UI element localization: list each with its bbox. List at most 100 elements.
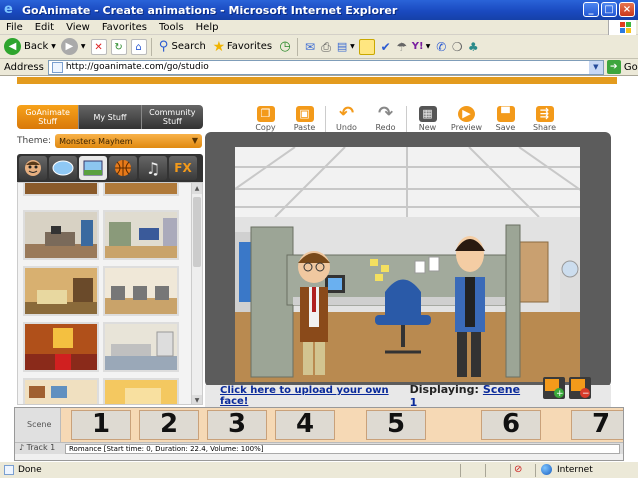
messenger-icon[interactable]: ☂ [394, 39, 410, 55]
redo-icon: ↷ [377, 103, 394, 124]
stage-canvas[interactable] [235, 147, 580, 382]
history-icon[interactable]: ◷ [277, 39, 293, 55]
copy-icon: ❐ [256, 106, 275, 122]
forward-dropdown-icon[interactable]: ▼ [81, 43, 86, 50]
library-scrollbar[interactable]: ▲ ▼ [191, 183, 202, 404]
copy-label: Copy [255, 123, 276, 132]
category-effects[interactable]: FX [169, 156, 197, 180]
scene-frame[interactable]: 7 [571, 410, 623, 440]
window-controls: _ □ × [583, 2, 635, 17]
library-tabs: GoAnimate Stuff My Stuff Community Stuff [17, 105, 203, 129]
tab-my-stuff[interactable]: My Stuff [78, 105, 141, 129]
menu-edit[interactable]: Edit [29, 22, 60, 33]
popup-blocked-icon[interactable]: ⊘ [514, 464, 522, 475]
maximize-button[interactable]: □ [601, 2, 617, 17]
windows-logo-icon [608, 20, 636, 35]
favorites-label: Favorites [226, 41, 273, 52]
minimize-button[interactable]: _ [583, 2, 599, 17]
copy-button[interactable]: ❐ Copy [246, 106, 285, 132]
redo-button[interactable]: ↷ Redo [366, 103, 405, 133]
status-bar: Done ⊘ Internet [0, 461, 638, 478]
scroll-down-icon[interactable]: ▼ [192, 395, 202, 404]
menu-favorites[interactable]: Favorites [96, 22, 153, 33]
menu-view[interactable]: View [60, 22, 96, 33]
background-thumbnail[interactable] [103, 266, 179, 316]
tab-goanimate-stuff[interactable]: GoAnimate Stuff [17, 105, 79, 129]
address-input[interactable]: http://goanimate.com/go/studio ▼ [47, 59, 604, 75]
theme-value: Monsters Mayhem [59, 136, 133, 146]
save-button[interactable]: ▀ Save [486, 106, 525, 132]
status-pane [485, 464, 486, 477]
status-pane [460, 464, 461, 477]
scroll-up-icon[interactable]: ▲ [192, 183, 202, 194]
scrollbar-thumb[interactable] [193, 197, 201, 267]
menu-file[interactable]: File [0, 22, 29, 33]
sound-track-row: ♪ Track 1 Romance [Start time: 0, Durati… [15, 442, 623, 454]
scene-frame[interactable]: 6 [481, 410, 541, 440]
yahoo-dropdown-icon[interactable]: ▼ [426, 43, 431, 50]
status-text: Done [18, 465, 42, 475]
paste-icon: ▣ [295, 106, 314, 122]
speech-bubble-icon [52, 160, 74, 176]
address-bar: Address http://goanimate.com/go/studio ▼… [0, 59, 638, 76]
remove-scene-icon[interactable]: − [569, 377, 591, 399]
scene-frame[interactable]: 5 [366, 410, 426, 440]
favorites-button[interactable]: ★ Favorites [211, 39, 272, 55]
category-props[interactable] [109, 156, 137, 180]
background-thumbnail[interactable] [23, 378, 99, 404]
scene-frame[interactable]: 3 [207, 410, 267, 440]
category-bubbles[interactable] [49, 156, 77, 180]
address-dropdown-icon[interactable]: ▼ [588, 60, 603, 74]
chevron-down-icon: ▼ [191, 136, 199, 145]
home-icon[interactable]: ⌂ [130, 38, 147, 55]
yahoo-icon[interactable]: Y! [410, 39, 426, 55]
scene-frame[interactable]: 4 [275, 410, 335, 440]
background-thumbnail[interactable] [23, 322, 99, 372]
tab-community-stuff[interactable]: Community Stuff [140, 105, 203, 129]
edit-dropdown-icon[interactable]: ▼ [350, 43, 355, 50]
buddies-icon[interactable]: ♣ [465, 39, 481, 55]
address-label: Address [4, 61, 44, 73]
menu-help[interactable]: Help [190, 22, 225, 33]
background-thumbnail[interactable] [103, 183, 179, 196]
cubicle-scene-thumbnail [105, 212, 177, 258]
forward-button[interactable]: ▶ ▼ [60, 38, 86, 55]
background-thumbnail[interactable] [103, 322, 179, 372]
research-icon[interactable]: ✔ [378, 39, 394, 55]
upload-face-link[interactable]: Click here to upload your own face! [220, 385, 410, 407]
paste-button[interactable]: ▣ Paste [285, 106, 324, 132]
scene-frame[interactable]: 1 [71, 410, 131, 440]
back-dropdown-icon[interactable]: ▼ [51, 43, 56, 50]
refresh-icon[interactable]: ↻ [110, 38, 127, 55]
background-thumbnail[interactable] [103, 378, 179, 404]
go-button[interactable]: ➔ Go [606, 60, 638, 74]
theme-dropdown[interactable]: Monsters Mayhem ▼ [55, 134, 203, 148]
mail-icon[interactable]: ✉ [302, 39, 318, 55]
edit-page-icon[interactable]: ▤ [334, 39, 350, 55]
sound-clip[interactable]: Romance [Start time: 0, Duration: 22.4, … [65, 444, 620, 454]
discuss-icon[interactable]: ✆ [433, 39, 449, 55]
category-backgrounds[interactable] [79, 156, 107, 180]
notes-icon[interactable] [358, 38, 375, 55]
category-sounds[interactable]: ♫ [139, 156, 167, 180]
reception-scene-thumbnail [25, 268, 97, 314]
chat-icon[interactable]: ❍ [449, 39, 465, 55]
preview-button[interactable]: ▶ Preview [447, 106, 486, 132]
background-thumbnail[interactable] [103, 210, 179, 260]
scene-frame[interactable]: 2 [139, 410, 199, 440]
stop-icon[interactable]: ✕ [90, 38, 107, 55]
search-button[interactable]: ⚲ Search [156, 39, 206, 55]
back-button[interactable]: ◀ Back ▼ [4, 38, 56, 55]
background-thumbnail[interactable] [23, 210, 99, 260]
share-button[interactable]: ⇶ Share [525, 106, 564, 132]
background-thumbnail[interactable] [23, 266, 99, 316]
add-scene-plus-icon: + [545, 379, 564, 399]
category-characters[interactable] [19, 156, 47, 180]
new-button[interactable]: ▦ New [408, 106, 447, 132]
add-scene-icon[interactable]: + [543, 377, 565, 399]
menu-tools[interactable]: Tools [153, 22, 190, 33]
background-thumbnail[interactable] [23, 183, 99, 196]
close-button[interactable]: × [619, 2, 635, 17]
undo-button[interactable]: ↶ Undo [327, 105, 366, 133]
print-icon[interactable]: ⎙ [318, 39, 334, 55]
